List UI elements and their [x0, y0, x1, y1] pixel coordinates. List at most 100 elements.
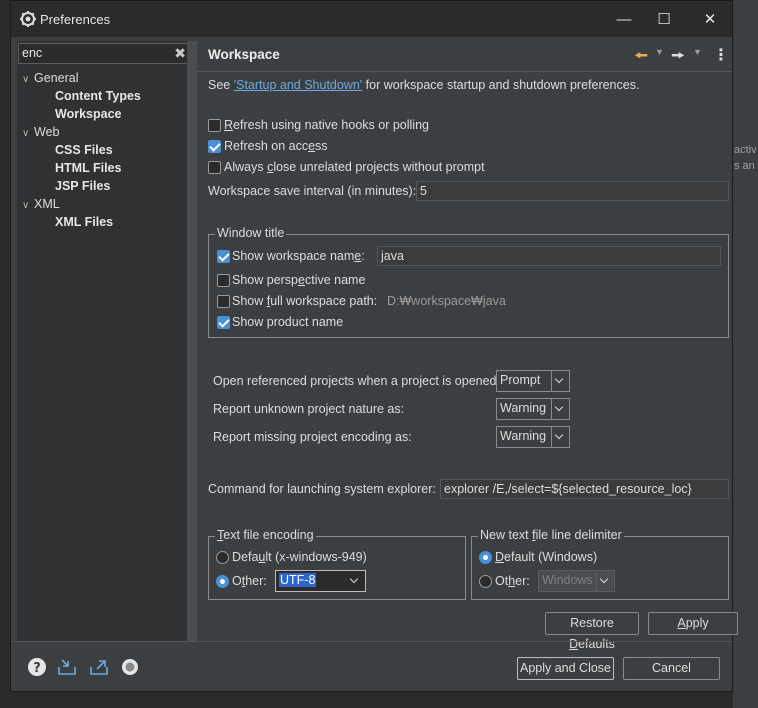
refresh-access-checkbox[interactable] [208, 140, 221, 153]
maximize-icon[interactable]: ☐ [649, 9, 679, 31]
show-full-path-label: Show full workspace path: [232, 294, 377, 308]
intro-text: See 'Startup and Shutdown' for workspace… [208, 78, 639, 92]
window-title-group: Window title Show workspace name: java S… [208, 226, 729, 338]
refresh-access-label: Refresh on access [224, 139, 328, 153]
label-part: Always [224, 160, 268, 174]
encoding-other-radio[interactable] [216, 575, 229, 588]
label-part: ext file encoding [223, 528, 314, 542]
tree-node-workspace[interactable]: Workspace [55, 105, 121, 123]
startup-shutdown-link[interactable]: 'Startup and Shutdown' [234, 78, 362, 92]
mnemonic: D [569, 637, 579, 651]
label-part: Refresh on acc [224, 139, 309, 153]
mnemonic: R [224, 118, 234, 132]
label-part: Restore [570, 616, 614, 630]
label-part: O [232, 574, 242, 588]
encoding-other-select[interactable]: UTF-8 [275, 570, 366, 592]
close-icon[interactable]: ✕ [695, 9, 725, 31]
mnemonic: e [298, 273, 305, 287]
label-part: efaults [578, 637, 615, 651]
tree-label: Content Types [55, 89, 141, 103]
delimiter-other-select: Windows [538, 570, 615, 592]
show-workspace-name-checkbox[interactable] [217, 250, 230, 263]
label-part: efresh using native hooks or polling [233, 118, 429, 132]
help-icon[interactable]: ? [27, 657, 47, 677]
missing-encoding-select[interactable]: Warning [496, 426, 570, 448]
label-part: lose unrelated projects without prompt [273, 160, 485, 174]
import-icon[interactable] [57, 657, 77, 677]
label-part: ile line delimiter [535, 528, 622, 542]
chevron-down-icon [596, 571, 614, 591]
encoding-default-radio[interactable] [216, 551, 229, 564]
label-part: Show workspace nam [232, 249, 355, 263]
minimize-icon[interactable]: — [609, 9, 639, 31]
delimiter-default-radio[interactable] [479, 551, 492, 564]
select-value: Warning [500, 429, 547, 443]
back-arrow-icon[interactable]: 🠘 [634, 45, 648, 65]
filter-input[interactable]: enc ✖ [18, 43, 190, 64]
open-referenced-select[interactable]: Prompt [496, 370, 570, 392]
tree-node-css-files[interactable]: CSS Files [55, 141, 113, 159]
encoding-default-label: Default (x-windows-949) [232, 550, 367, 564]
select-value: Warning [500, 401, 547, 415]
show-workspace-name-label: Show workspace name: [232, 249, 365, 263]
forward-menu-icon[interactable]: ▼ [693, 47, 702, 67]
workspace-name-input[interactable]: java [377, 246, 721, 266]
missing-encoding-label: Report missing project encoding as: [213, 430, 412, 444]
background-text: activ [734, 144, 757, 156]
label-part: efault (Windows) [504, 550, 598, 564]
background-text: s an [734, 160, 755, 172]
label-part: er: [515, 574, 530, 588]
svg-text:?: ? [33, 661, 41, 676]
tree-node-general[interactable]: ∨ General [22, 69, 78, 87]
intro-suffix: for workspace startup and shutdown prefe… [362, 78, 640, 92]
refresh-native-label: Refresh using native hooks or polling [224, 118, 429, 132]
chevron-down-icon[interactable]: ∨ [22, 125, 34, 143]
label-part: Show persp [232, 273, 299, 287]
unknown-nature-select[interactable]: Warning [496, 398, 570, 420]
save-interval-input[interactable]: 5 [416, 181, 729, 201]
tree-node-web[interactable]: ∨ Web [22, 123, 59, 141]
apply-and-close-button[interactable]: Apply and Close [517, 657, 614, 680]
pane-sash[interactable] [187, 41, 197, 641]
chevron-down-icon [551, 399, 569, 419]
more-menu-icon[interactable]: ⋮ [713, 45, 729, 65]
explorer-command-input[interactable]: explorer /E,/select=${selected_resource_… [440, 479, 729, 499]
export-icon[interactable] [89, 657, 109, 677]
tree-node-content-types[interactable]: Content Types [55, 87, 141, 105]
clear-filter-icon[interactable]: ✖ [174, 45, 186, 62]
record-icon[interactable] [121, 657, 141, 677]
delimiter-other-radio[interactable] [479, 575, 492, 588]
show-full-path-checkbox[interactable] [217, 295, 230, 308]
mnemonic: A [677, 616, 686, 630]
forward-arrow-icon[interactable]: 🠚 [671, 45, 685, 65]
refresh-native-checkbox[interactable] [208, 119, 221, 132]
tree-label: JSP Files [55, 179, 111, 193]
tree-label: General [34, 71, 79, 85]
apply-button[interactable]: Apply [648, 612, 738, 635]
tree-node-xml-files[interactable]: XML Files [55, 213, 113, 231]
tree-label: XML [34, 197, 60, 211]
label-part: ull workspace path: [270, 294, 378, 308]
restore-defaults-button[interactable]: Restore Defaults [545, 612, 639, 651]
back-menu-icon[interactable]: ▼ [655, 47, 664, 67]
chevron-down-icon[interactable]: ∨ [22, 71, 34, 89]
show-perspective-checkbox[interactable] [217, 274, 230, 287]
show-product-name-checkbox[interactable] [217, 316, 230, 329]
open-referenced-label: Open referenced projects when a project … [213, 374, 500, 388]
show-perspective-label: Show perspective name [232, 273, 365, 287]
label-part: Show [232, 294, 267, 308]
chevron-down-icon [347, 571, 365, 591]
mnemonic: e [308, 139, 316, 153]
tree-node-jsp-files[interactable]: JSP Files [55, 177, 110, 195]
select-value: Prompt [500, 373, 541, 387]
delimiter-other-label: Other: [495, 574, 530, 588]
chevron-down-icon[interactable]: ∨ [22, 197, 34, 215]
tree-node-xml[interactable]: ∨ XML [22, 195, 60, 213]
chevron-down-icon [551, 371, 569, 391]
tree-node-html-files[interactable]: HTML Files [55, 159, 121, 177]
cancel-button[interactable]: Cancel [623, 657, 720, 680]
label-part: ctive name [304, 273, 366, 287]
always-close-checkbox[interactable] [208, 161, 221, 174]
label-part: ss [315, 139, 328, 153]
intro-prefix: See [208, 78, 234, 92]
